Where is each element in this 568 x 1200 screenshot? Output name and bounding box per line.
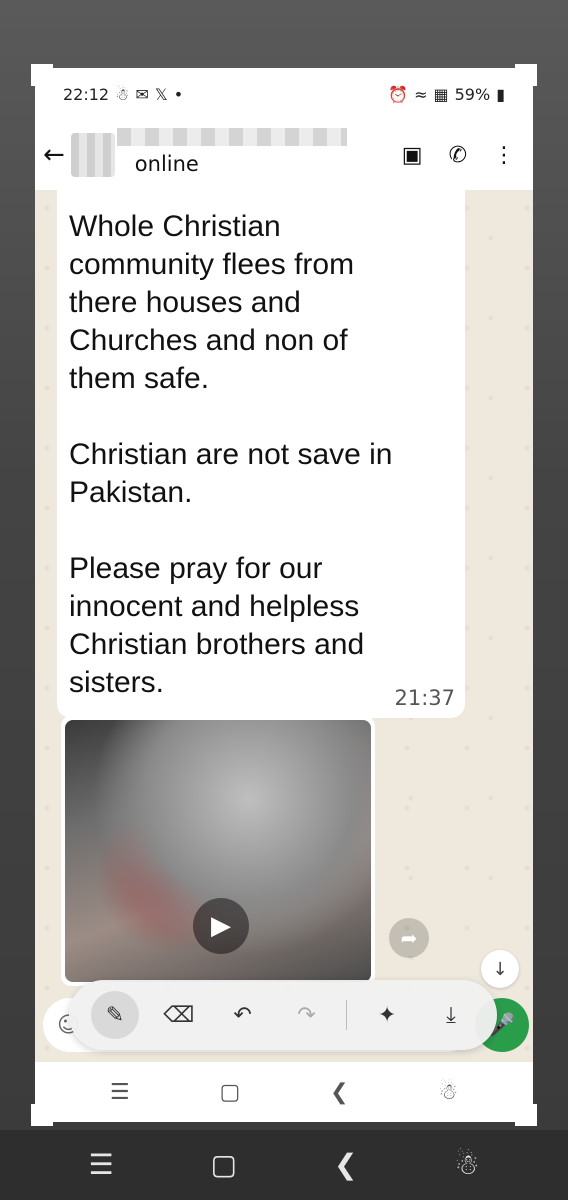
message-bubble[interactable]: Whole Christian community flees from the… (57, 188, 465, 718)
alarm-icon: ⏰ (388, 84, 409, 104)
wifi-icon: ≈ (414, 84, 428, 104)
chat-header: ← online ▣ ✆ ⋮ (35, 120, 533, 190)
recents-icon[interactable]: ☰ (88, 1151, 113, 1179)
home-icon[interactable]: ▢ (219, 1080, 240, 1105)
accessibility-icon[interactable]: ☃ (438, 1080, 458, 1105)
signal-icon: ▦ (433, 84, 449, 104)
accessibility-icon[interactable]: ☃ (454, 1151, 479, 1179)
battery-icon: ▮ (496, 84, 505, 104)
toolbar-divider (346, 1000, 348, 1030)
status-dot: • (173, 84, 184, 104)
home-icon[interactable]: ▢ (211, 1151, 237, 1179)
download-icon[interactable]: ⤓ (427, 991, 475, 1039)
status-bar: 22:12 ☃ ✉ 𝕏 • ⏰ ≈ ▦ 59% ▮ (35, 68, 533, 120)
pen-icon[interactable]: ✎ (90, 991, 139, 1039)
avatar[interactable] (70, 133, 115, 177)
battery-percent: 59% (454, 84, 491, 104)
inner-navigation-bar: ☰ ▢ ❮ ☃ (35, 1062, 533, 1122)
eraser-icon[interactable]: ⌫ (155, 991, 203, 1039)
contact-info[interactable]: online (116, 120, 402, 190)
video-call-icon[interactable]: ▣ (402, 143, 423, 168)
back-icon[interactable]: ❮ (334, 1151, 357, 1179)
screenshot-preview: 22:12 ☃ ✉ 𝕏 • ⏰ ≈ ▦ 59% ▮ ← online ▣ ✆ ⋮… (35, 68, 533, 1122)
device-navigation-bar: ☰ ▢ ❮ ☃ (0, 1130, 568, 1200)
scroll-down-icon[interactable]: ↓ (481, 950, 519, 988)
play-icon[interactable]: ▶ (193, 898, 249, 954)
x-icon: 𝕏 (154, 84, 168, 104)
mail-icon: ✉ (135, 84, 149, 104)
crop-handle-bottom-right[interactable] (515, 1104, 537, 1126)
phone-icon[interactable]: ✆ (449, 143, 467, 168)
notification-icon: ☃ (115, 84, 130, 104)
crop-handle-top-right[interactable] (515, 64, 537, 86)
contact-name-redacted (116, 128, 347, 146)
crop-handle-top-left[interactable] (31, 64, 53, 86)
message-text: Whole Christian community flees from the… (69, 210, 393, 699)
video-message[interactable]: ▶ (61, 716, 375, 986)
back-arrow-icon[interactable]: ← (43, 140, 65, 170)
more-icon[interactable]: ⋮ (493, 143, 515, 168)
undo-icon[interactable]: ↶ (219, 991, 267, 1039)
video-thumbnail[interactable]: ▶ (65, 720, 371, 982)
edit-toolbar: ✎ ⌫ ↶ ↷ ✦ ⤓ (69, 980, 497, 1050)
crop-handle-bottom-left[interactable] (31, 1104, 53, 1126)
forward-icon[interactable]: ➦ (389, 918, 429, 958)
share-icon[interactable]: ✦ (363, 991, 411, 1039)
status-time: 22:12 (63, 84, 110, 104)
back-icon[interactable]: ❮ (330, 1080, 348, 1105)
redo-icon[interactable]: ↷ (282, 991, 330, 1039)
chat-area[interactable]: Whole Christian community flees from the… (35, 188, 533, 1060)
contact-status: online (134, 152, 199, 176)
message-time: 21:37 (394, 686, 455, 710)
recents-icon[interactable]: ☰ (110, 1080, 130, 1105)
